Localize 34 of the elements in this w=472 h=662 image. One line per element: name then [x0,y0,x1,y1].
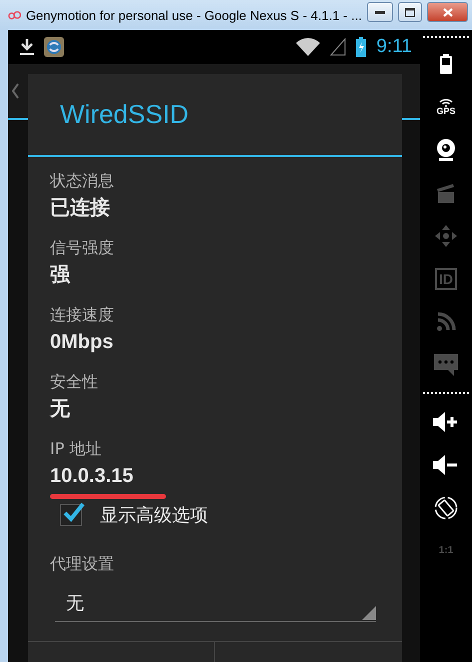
minimize-icon [374,10,385,14]
cell-signal-icon [330,38,346,56]
proxy-dropdown[interactable]: 无 [55,585,376,622]
battery-charging-icon [356,37,366,57]
clock-time: 9:11 [376,36,412,58]
field-label: 状态消息 [50,170,114,192]
app-notification-icon [44,37,64,57]
gps-label: GPS [436,106,456,116]
scale-icon: 1:1 [438,546,454,556]
field-label: IP 地址 [50,438,102,460]
back-chevron-icon[interactable] [12,83,19,99]
close-icon [442,8,453,16]
window-title: Genymotion for personal use - Google Nexus S - 4.1.1 - ... [26,8,362,22]
field-value: 0Mbps [50,330,114,355]
app-logo-icon [8,10,21,20]
field-label: 信号强度 [50,237,114,259]
minimize-button[interactable] [366,2,393,22]
download-icon [20,39,34,55]
wifi-signal-icon [296,38,320,56]
id-icon: ID [435,268,457,290]
field-value: 强 [50,263,70,288]
field-label: 安全性 [50,371,98,393]
field-value: 无 [50,397,70,422]
field-label: 代理设置 [50,554,115,575]
field-value: 10.0.3.15 [50,464,134,489]
maximize-icon [405,8,416,16]
field-label: 连接速度 [50,304,114,326]
dropdown-corner-icon [362,606,376,620]
advanced-options-checkbox[interactable] [60,504,82,526]
close-button[interactable] [427,2,468,22]
field-value: 已连接 [50,196,110,221]
dialog-title: WiredSSID [60,99,189,130]
maximize-button[interactable] [398,2,422,22]
checkbox-label: 显示高级选项 [100,504,208,527]
